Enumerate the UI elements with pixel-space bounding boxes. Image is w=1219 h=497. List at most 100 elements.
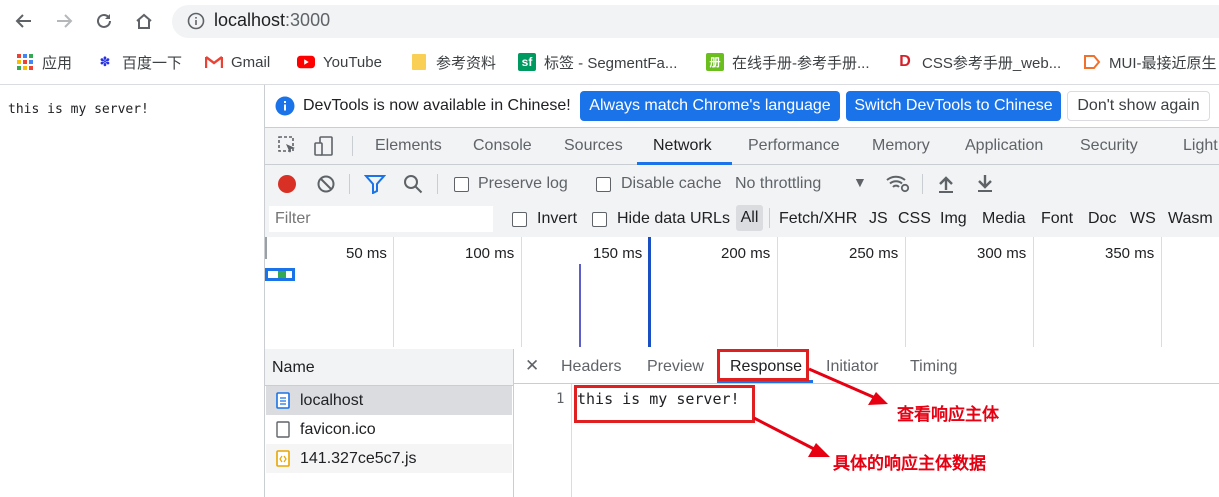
filter-toggle-button[interactable] <box>363 174 387 199</box>
tab-network[interactable]: Network <box>653 137 712 155</box>
type-filter-js[interactable]: JS <box>869 210 888 228</box>
type-filter-all[interactable]: All <box>736 205 763 231</box>
manual-icon: 册 <box>706 53 724 71</box>
throttling-select[interactable]: No throttling <box>735 175 821 193</box>
close-detail-button[interactable]: ✕ <box>525 356 539 376</box>
preserve-log-checkbox[interactable] <box>454 176 469 192</box>
address-port: :3000 <box>285 10 331 30</box>
annotation-response-tab-note: 查看响应主体 <box>897 405 999 424</box>
detail-tab-timing[interactable]: Timing <box>910 358 957 376</box>
filter-funnel-icon <box>363 175 387 195</box>
type-filter-wasm[interactable]: Wasm <box>1168 210 1213 228</box>
site-info-icon[interactable] <box>187 12 205 35</box>
bookmark-mui[interactable]: MUI-最接近原生 <box>1083 51 1217 73</box>
timeline-gridline <box>777 237 778 347</box>
always-match-language-button[interactable]: Always match Chrome's language <box>580 91 840 121</box>
gmail-icon <box>205 53 223 71</box>
tab-sources[interactable]: Sources <box>564 137 623 155</box>
preserve-log-label: Preserve log <box>478 175 568 192</box>
script-icon <box>276 450 290 467</box>
annotation-box-response-tab <box>717 349 809 381</box>
home-button[interactable] <box>132 9 156 33</box>
record-button[interactable] <box>277 174 297 199</box>
reload-icon <box>97 13 111 28</box>
record-icon <box>278 175 296 193</box>
request-name: favicon.ico <box>300 420 376 438</box>
tab-application[interactable]: Application <box>965 137 1043 155</box>
search-button[interactable] <box>403 174 423 199</box>
home-icon <box>136 13 152 29</box>
type-filter-font[interactable]: Font <box>1041 210 1073 228</box>
invert-checkbox[interactable] <box>512 211 527 227</box>
bookmark-apps[interactable]: 应用 <box>16 51 72 73</box>
forward-button[interactable] <box>52 9 76 33</box>
tab-security[interactable]: Security <box>1080 137 1138 155</box>
address-text: localhost:3000 <box>214 10 330 31</box>
request-row-localhost[interactable]: localhost <box>266 386 512 415</box>
load-event-line <box>648 237 651 347</box>
tab-console[interactable]: Console <box>473 137 532 155</box>
annotation-box-response-body <box>574 385 755 423</box>
filter-input[interactable] <box>269 206 493 232</box>
toolbar-divider <box>349 174 350 194</box>
type-filter-css[interactable]: CSS <box>898 210 931 228</box>
tab-lighthouse[interactable]: Light <box>1183 137 1218 155</box>
name-column-header[interactable]: Name <box>272 359 315 377</box>
detail-tab-preview[interactable]: Preview <box>647 358 704 376</box>
hide-data-urls-label: Hide data URLs <box>617 210 730 227</box>
clear-icon <box>317 175 335 193</box>
apps-grid-icon <box>16 53 34 71</box>
bookmark-baidu[interactable]: ✽ 百度一下 <box>96 51 182 73</box>
switch-devtools-chinese-button[interactable]: Switch DevTools to Chinese <box>846 91 1061 121</box>
css-manual-icon: D <box>899 53 911 70</box>
bookmark-segmentfault[interactable]: sf 标签 - SegmentFa... <box>518 51 677 73</box>
annotation-response-body-note: 具体的响应主体数据 <box>833 454 986 473</box>
disable-cache-checkbox[interactable] <box>596 176 611 192</box>
type-filter-ws[interactable]: WS <box>1130 210 1156 228</box>
page-body-text: this is my server! <box>8 102 149 117</box>
arrow-right-icon <box>57 14 73 28</box>
timeline-tick-label: 300 ms <box>977 245 1027 262</box>
tab-performance[interactable]: Performance <box>748 137 840 155</box>
disable-cache-option[interactable]: Disable cache <box>596 175 722 193</box>
reload-button[interactable] <box>92 9 116 33</box>
segmentfault-icon: sf <box>518 53 536 71</box>
clear-button[interactable] <box>316 174 336 199</box>
arrow-left-icon <box>15 14 31 28</box>
detail-tab-headers[interactable]: Headers <box>561 358 621 376</box>
type-filter-media[interactable]: Media <box>982 210 1026 228</box>
timeline-tick-label: 250 ms <box>849 245 899 262</box>
dont-show-again-button[interactable]: Don't show again <box>1067 91 1210 121</box>
type-filter-fetch-xhr[interactable]: Fetch/XHR <box>779 210 857 228</box>
request-row-favicon[interactable]: favicon.ico <box>266 415 512 444</box>
network-conditions-button[interactable] <box>886 173 910 198</box>
preserve-log-option[interactable]: Preserve log <box>454 175 568 193</box>
request-name: 141.327ce5c7.js <box>300 449 417 467</box>
bookmark-label: CSS参考手册_web... <box>922 54 1062 72</box>
request-row-script[interactable]: 141.327ce5c7.js <box>266 444 512 473</box>
invert-option[interactable]: Invert <box>512 210 577 228</box>
bookmark-css-manual[interactable]: D CSS参考手册_web... <box>896 51 1061 73</box>
type-filter-doc[interactable]: Doc <box>1088 210 1116 228</box>
hide-data-urls-checkbox[interactable] <box>592 211 607 227</box>
bookmark-manual[interactable]: 册在线手册-参考手册... <box>706 51 870 73</box>
tab-elements[interactable]: Elements <box>375 137 442 155</box>
timeline-tick-label: 100 ms <box>465 245 515 262</box>
chevron-down-icon[interactable]: ▼ <box>853 174 867 190</box>
hide-data-urls-option[interactable]: Hide data URLs <box>592 210 730 228</box>
bookmark-label: MUI-最接近原生 <box>1109 54 1217 72</box>
device-toolbar-icon[interactable] <box>313 135 335 162</box>
type-filter-img[interactable]: Img <box>940 210 967 228</box>
bookmark-folder[interactable]: 参考资料 <box>410 51 496 73</box>
export-har-button[interactable] <box>975 173 995 198</box>
timeline-gridline <box>521 237 522 347</box>
import-har-button[interactable] <box>936 174 956 199</box>
tab-memory[interactable]: Memory <box>872 137 930 155</box>
bookmark-label: 标签 - SegmentFa... <box>544 54 678 72</box>
bookmark-gmail[interactable]: Gmail <box>205 51 270 73</box>
bookmark-youtube[interactable]: YouTube <box>297 51 382 73</box>
inspect-element-icon[interactable] <box>278 136 298 161</box>
back-button[interactable] <box>12 9 36 33</box>
info-icon <box>275 96 295 121</box>
search-icon <box>404 175 423 194</box>
